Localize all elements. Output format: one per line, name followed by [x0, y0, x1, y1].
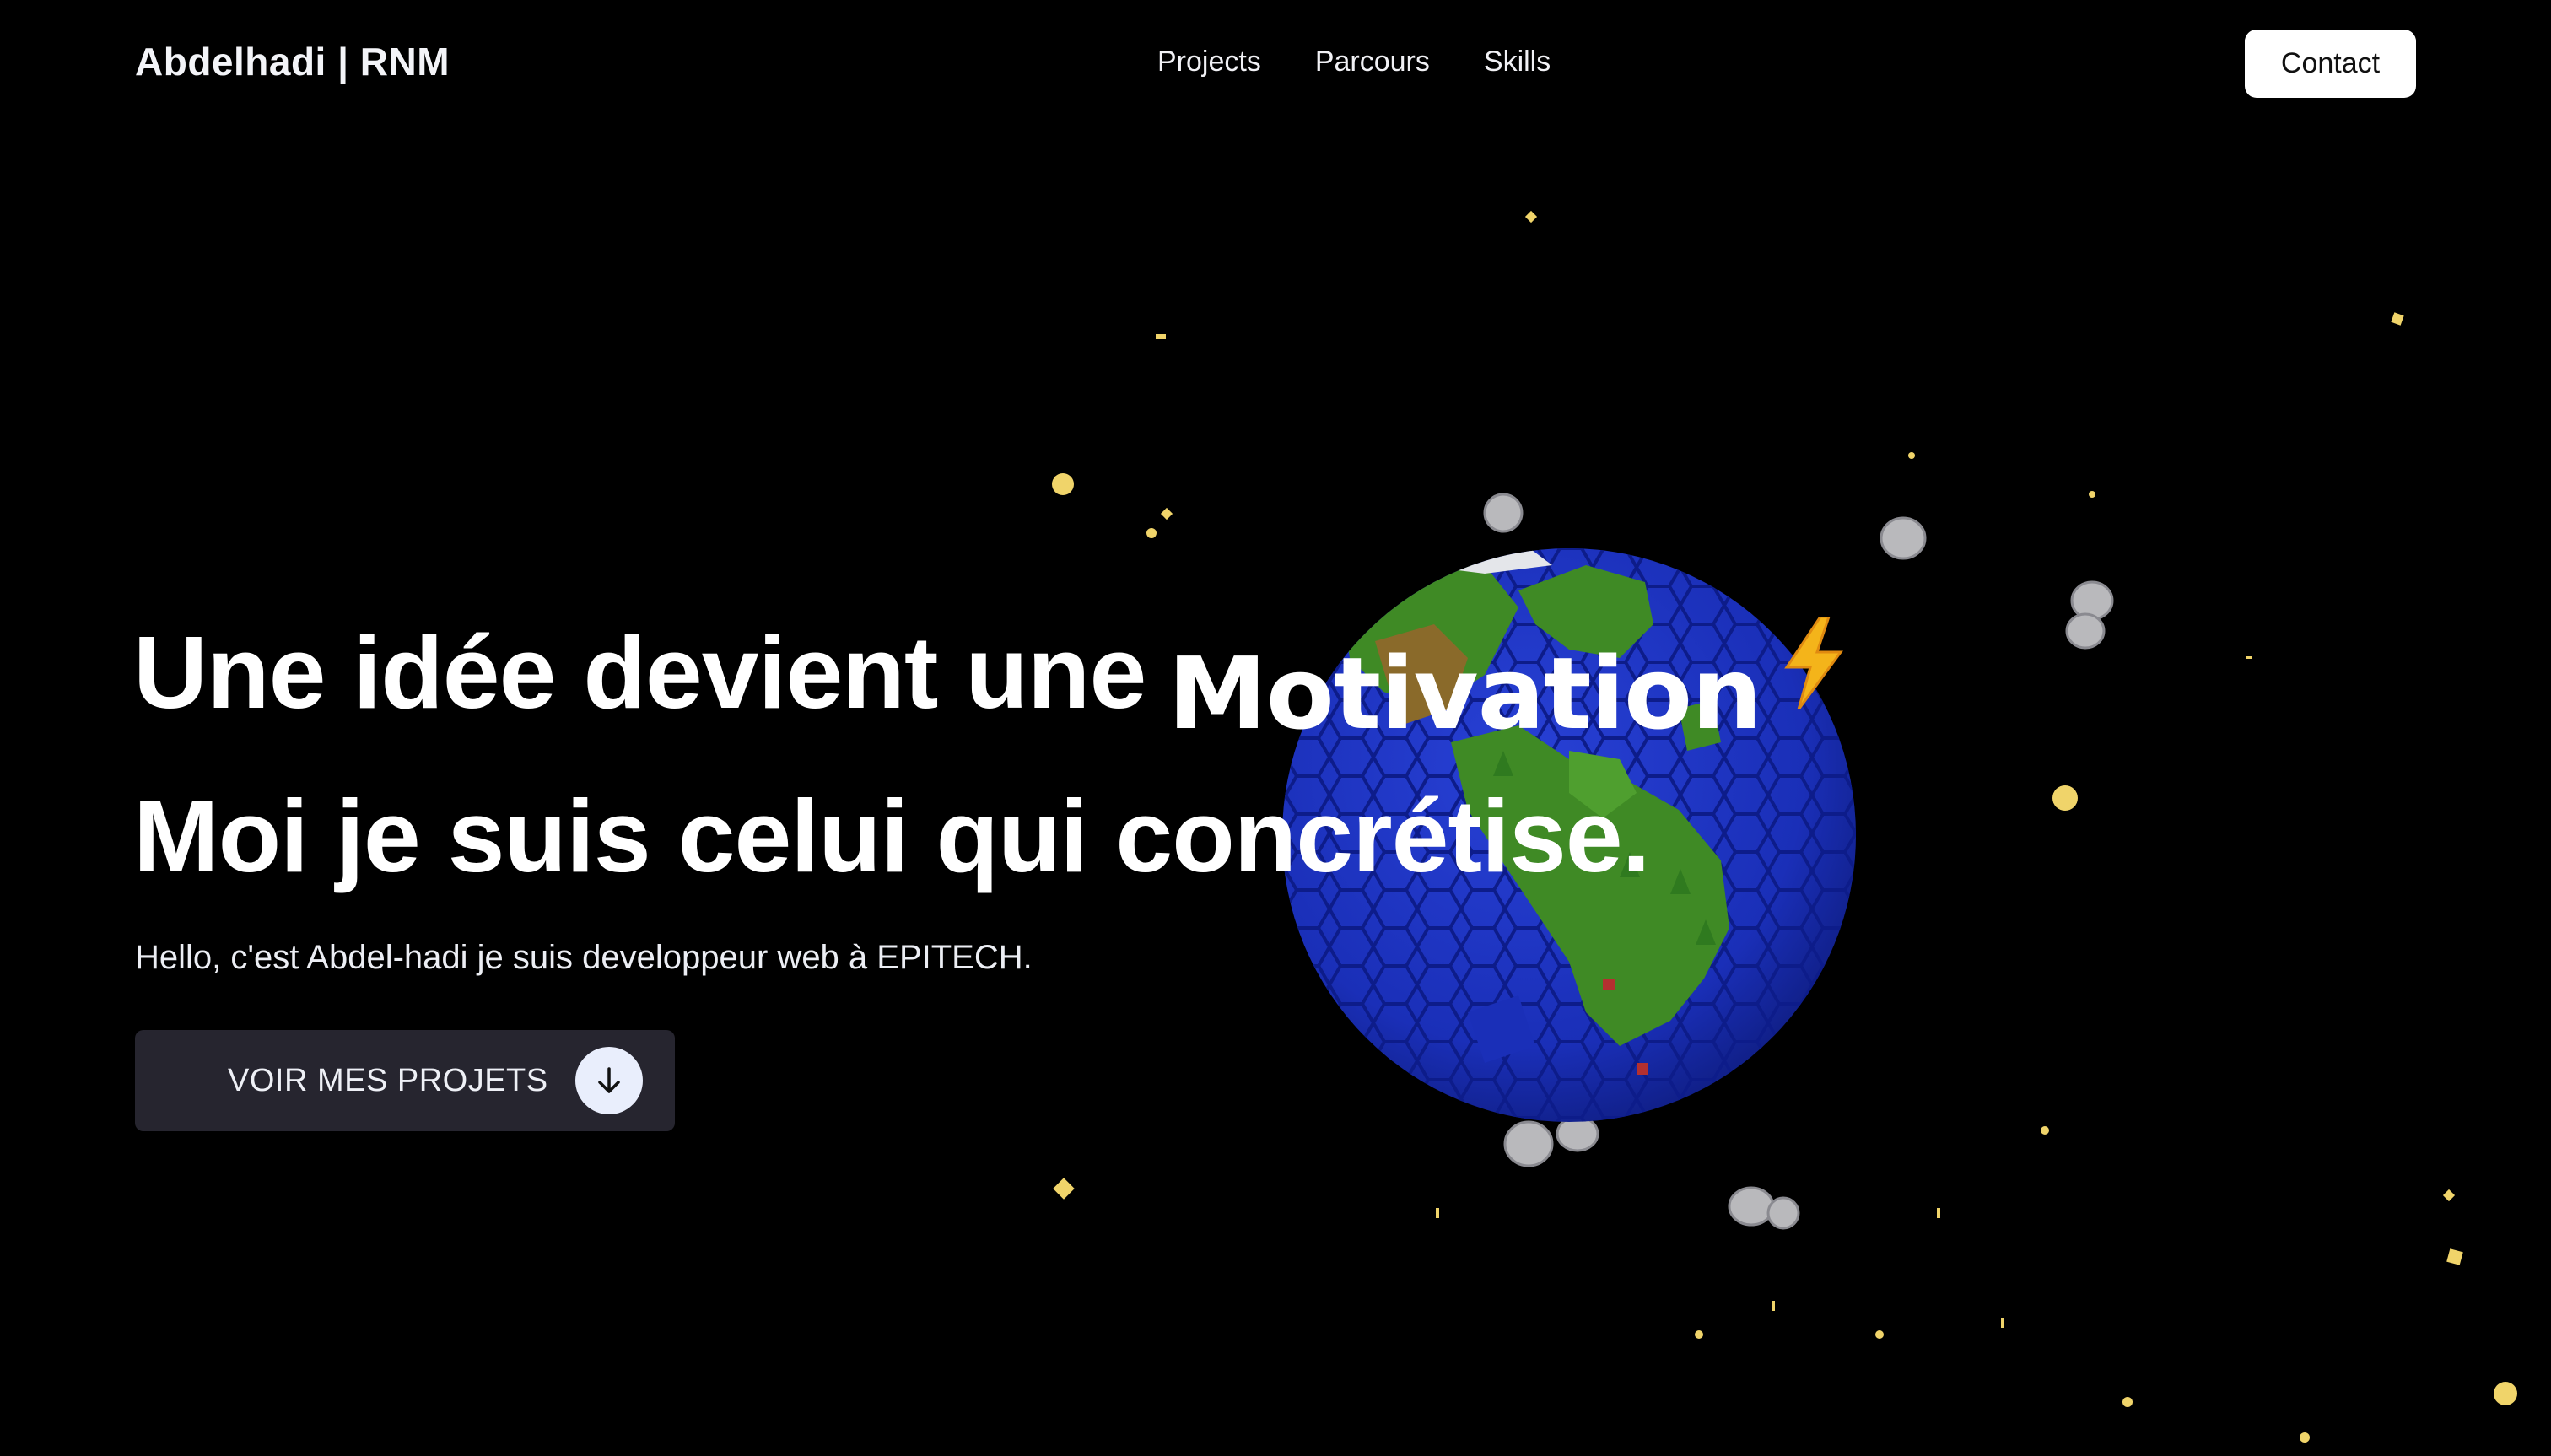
arrow-down-icon — [574, 1047, 643, 1114]
nav-item-skills[interactable]: Skills — [1484, 46, 1551, 78]
brand-logo[interactable]: Abdelhadi | RNM — [135, 39, 450, 84]
lightning-bolt-icon — [1780, 596, 1847, 752]
nav-item-projects[interactable]: Projects — [1157, 46, 1261, 78]
page: Abdelhadi | RNM Projects Parcours Skills… — [0, 0, 2551, 1456]
nav-item-parcours[interactable]: Parcours — [1315, 46, 1430, 78]
main-nav: Projects Parcours Skills — [1157, 46, 1551, 78]
hero-subtitle: Hello, c'est Abdel-hadi je suis developp… — [135, 939, 1033, 976]
view-projects-label: VOIR MES PROJETS — [228, 1062, 548, 1098]
headline-line-1: Une idée devient une Motivation — [133, 595, 1847, 758]
headline-line-1-text: Une idée devient une — [133, 615, 1146, 730]
view-projects-button[interactable]: VOIR MES PROJETS — [135, 1030, 675, 1131]
contact-button[interactable]: Contact — [2245, 30, 2416, 98]
headline-highlight: Motivation — [1168, 635, 1762, 752]
headline-line-2: Moi je suis celui qui concrétise. — [133, 778, 1651, 893]
hero-headline: Une idée devient une Motivation Moi je su… — [133, 595, 1847, 914]
